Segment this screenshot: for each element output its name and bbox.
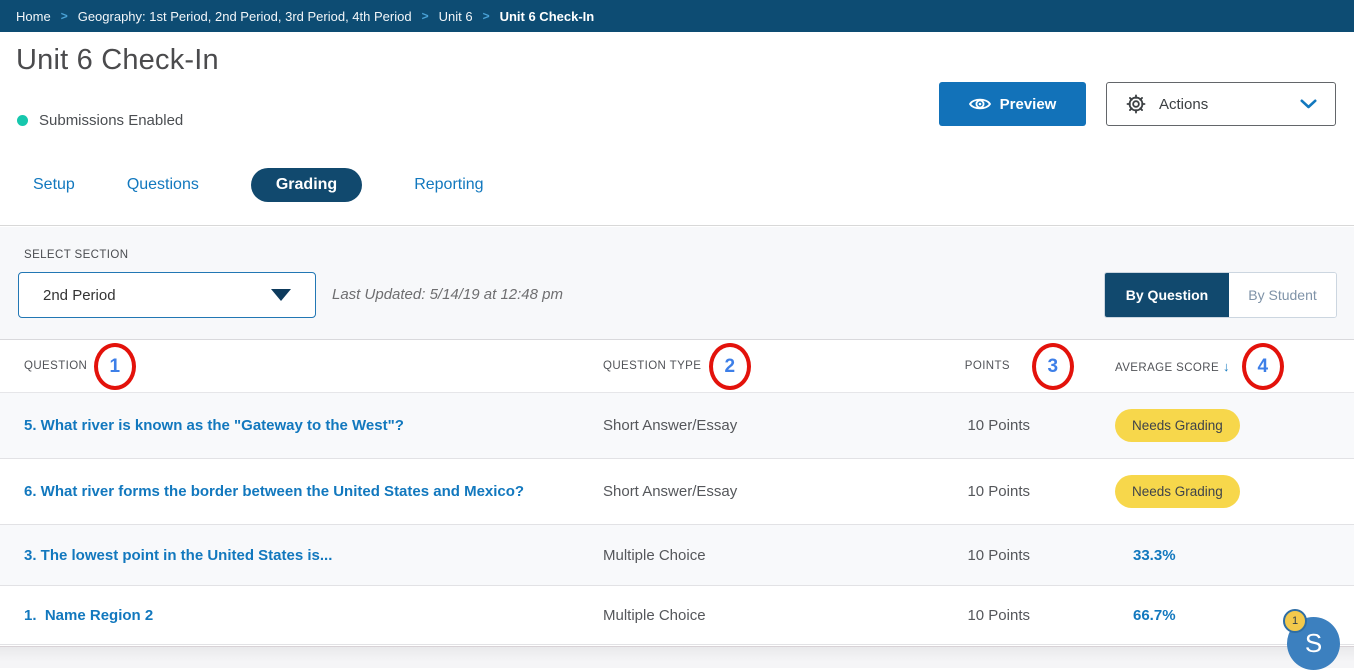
section-select-dropdown[interactable]: 2nd Period bbox=[18, 272, 316, 318]
column-header-average-score[interactable]: AVERAGE SCORE ↓ bbox=[1030, 359, 1354, 374]
breadcrumb-current-page: Unit 6 Check-In bbox=[500, 9, 595, 24]
page-header: Unit 6 Check-In Submissions Enabled Prev… bbox=[0, 32, 1354, 226]
table-header: QUESTION QUESTION TYPE POINTS AVERAGE SC… bbox=[0, 340, 1354, 393]
points-cell: 10 Points bbox=[898, 417, 1030, 434]
chevron-down-icon bbox=[1300, 99, 1317, 109]
table-row: 1. Name Region 2 Multiple Choice 10 Poin… bbox=[0, 586, 1354, 645]
average-score-label: AVERAGE SCORE bbox=[1115, 362, 1219, 374]
breadcrumb-unit[interactable]: Unit 6 bbox=[439, 9, 473, 24]
preview-button[interactable]: Preview bbox=[939, 82, 1086, 126]
toggle-by-student[interactable]: By Student bbox=[1229, 273, 1336, 317]
tab-questions[interactable]: Questions bbox=[127, 168, 199, 202]
breadcrumb: Home > Geography: 1st Period, 2nd Period… bbox=[0, 0, 1354, 32]
tab-setup[interactable]: Setup bbox=[33, 168, 75, 202]
question-type-cell: Short Answer/Essay bbox=[603, 417, 898, 434]
question-link[interactable]: 3. The lowest point in the United States… bbox=[24, 547, 332, 564]
eye-icon bbox=[969, 96, 991, 112]
points-cell: 10 Points bbox=[898, 547, 1030, 564]
toggle-by-question[interactable]: By Question bbox=[1105, 273, 1229, 317]
sort-descending-icon: ↓ bbox=[1223, 359, 1230, 374]
submissions-status: Submissions Enabled bbox=[17, 112, 183, 129]
notification-badge[interactable]: 1 bbox=[1283, 609, 1307, 633]
breadcrumb-separator: > bbox=[422, 9, 429, 23]
column-header-question[interactable]: QUESTION bbox=[0, 360, 603, 372]
table-row: 6. What river forms the border between t… bbox=[0, 459, 1354, 525]
breadcrumb-separator: > bbox=[61, 9, 68, 23]
annotation-circle-3: 3 bbox=[1032, 343, 1074, 390]
average-score-value[interactable]: 66.7% bbox=[1133, 607, 1176, 624]
needs-grading-badge[interactable]: Needs Grading bbox=[1115, 475, 1240, 508]
question-type-cell: Short Answer/Essay bbox=[603, 483, 898, 500]
tab-bar: Setup Questions Grading Reporting bbox=[33, 168, 484, 202]
question-type-cell: Multiple Choice bbox=[603, 547, 898, 564]
gear-icon bbox=[1125, 93, 1147, 115]
table-row: 5. What river is known as the "Gateway t… bbox=[0, 393, 1354, 459]
annotation-circle-1: 1 bbox=[94, 343, 136, 390]
annotation-circle-4: 4 bbox=[1242, 343, 1284, 390]
question-type-cell: Multiple Choice bbox=[603, 607, 898, 624]
breadcrumb-course[interactable]: Geography: 1st Period, 2nd Period, 3rd P… bbox=[78, 9, 412, 24]
status-dot-icon bbox=[17, 115, 28, 126]
section-select-value: 2nd Period bbox=[43, 287, 116, 304]
last-updated-text: Last Updated: 5/14/19 at 12:48 pm bbox=[332, 286, 563, 303]
tab-reporting[interactable]: Reporting bbox=[414, 168, 483, 202]
actions-dropdown-button[interactable]: Actions bbox=[1106, 82, 1336, 126]
view-mode-toggle: By Question By Student bbox=[1104, 272, 1337, 318]
select-section-label: SELECT SECTION bbox=[24, 249, 128, 261]
filter-bar: SELECT SECTION 2nd Period Last Updated: … bbox=[0, 227, 1354, 340]
annotation-circle-2: 2 bbox=[709, 343, 751, 390]
breadcrumb-home[interactable]: Home bbox=[16, 9, 51, 24]
table-row: 3. The lowest point in the United States… bbox=[0, 525, 1354, 586]
preview-button-label: Preview bbox=[1000, 96, 1057, 113]
points-cell: 10 Points bbox=[898, 483, 1030, 500]
status-label: Submissions Enabled bbox=[39, 112, 183, 129]
needs-grading-badge[interactable]: Needs Grading bbox=[1115, 409, 1240, 442]
actions-button-label: Actions bbox=[1159, 96, 1208, 113]
tab-grading[interactable]: Grading bbox=[251, 168, 362, 202]
next-row-partial bbox=[0, 646, 1354, 668]
question-table: 5. What river is known as the "Gateway t… bbox=[0, 393, 1354, 645]
caret-down-icon bbox=[271, 289, 291, 301]
page-title: Unit 6 Check-In bbox=[16, 44, 219, 77]
breadcrumb-separator: > bbox=[483, 9, 490, 23]
question-link[interactable]: 1. Name Region 2 bbox=[24, 607, 153, 624]
points-cell: 10 Points bbox=[898, 607, 1030, 624]
column-header-points[interactable]: POINTS bbox=[898, 360, 1030, 372]
question-link[interactable]: 5. What river is known as the "Gateway t… bbox=[24, 417, 404, 434]
question-link[interactable]: 6. What river forms the border between t… bbox=[24, 483, 524, 500]
average-score-value[interactable]: 33.3% bbox=[1133, 547, 1176, 564]
